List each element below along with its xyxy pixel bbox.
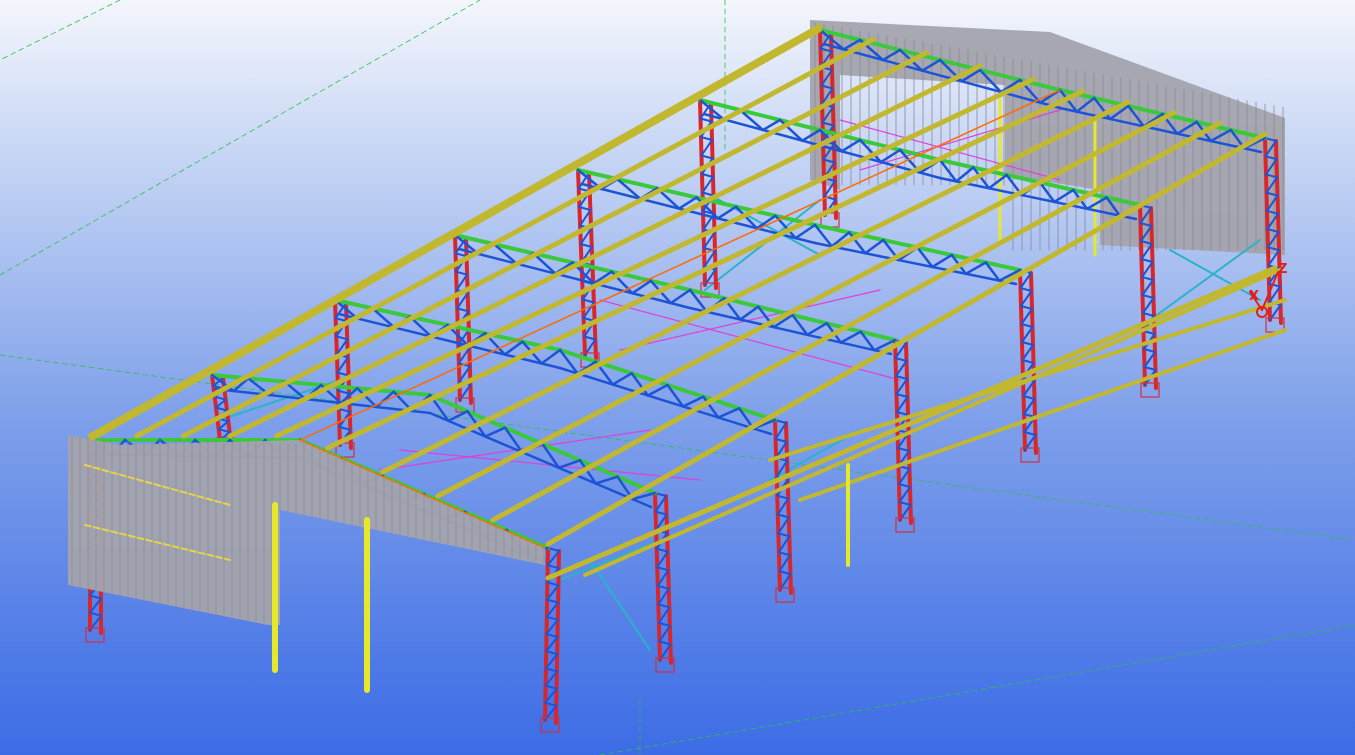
axis-x-label: X xyxy=(1249,289,1260,304)
gridline xyxy=(599,624,1355,755)
purlin xyxy=(180,50,930,439)
axis-z-label: Z xyxy=(1278,262,1288,277)
structure-3d-view[interactable] xyxy=(0,0,1355,755)
truss-web xyxy=(375,390,395,409)
truss-web xyxy=(931,253,953,269)
column-flange xyxy=(784,421,793,595)
truss-web xyxy=(669,288,692,305)
bracing-member xyxy=(589,559,651,651)
purlin xyxy=(435,110,1177,499)
truss-web xyxy=(739,305,760,321)
truss-web xyxy=(540,348,562,365)
model-viewport[interactable]: X Z xyxy=(0,0,1355,755)
truss-web xyxy=(864,238,885,255)
gridline xyxy=(0,0,481,276)
truss-web xyxy=(964,261,988,276)
column-flange xyxy=(773,418,782,592)
near-gable-cladding xyxy=(68,435,546,625)
column-flange xyxy=(664,494,673,665)
truss-web xyxy=(716,205,738,220)
gridline xyxy=(0,0,121,61)
truss-web xyxy=(503,340,524,356)
column-flange xyxy=(653,491,662,662)
eave-beam xyxy=(88,28,822,442)
truss-web xyxy=(611,372,633,386)
purlin xyxy=(134,36,876,439)
truss-web xyxy=(806,322,828,337)
side-rail xyxy=(583,268,1282,577)
purlin xyxy=(380,99,1131,475)
truss-web xyxy=(484,426,507,438)
truss-web xyxy=(447,410,469,423)
bracing-member xyxy=(559,539,661,581)
cladding-panel xyxy=(68,435,545,625)
truss-web xyxy=(1053,188,1075,204)
truss-web xyxy=(717,407,741,419)
truss-web xyxy=(839,330,863,344)
truss-web xyxy=(594,475,619,485)
